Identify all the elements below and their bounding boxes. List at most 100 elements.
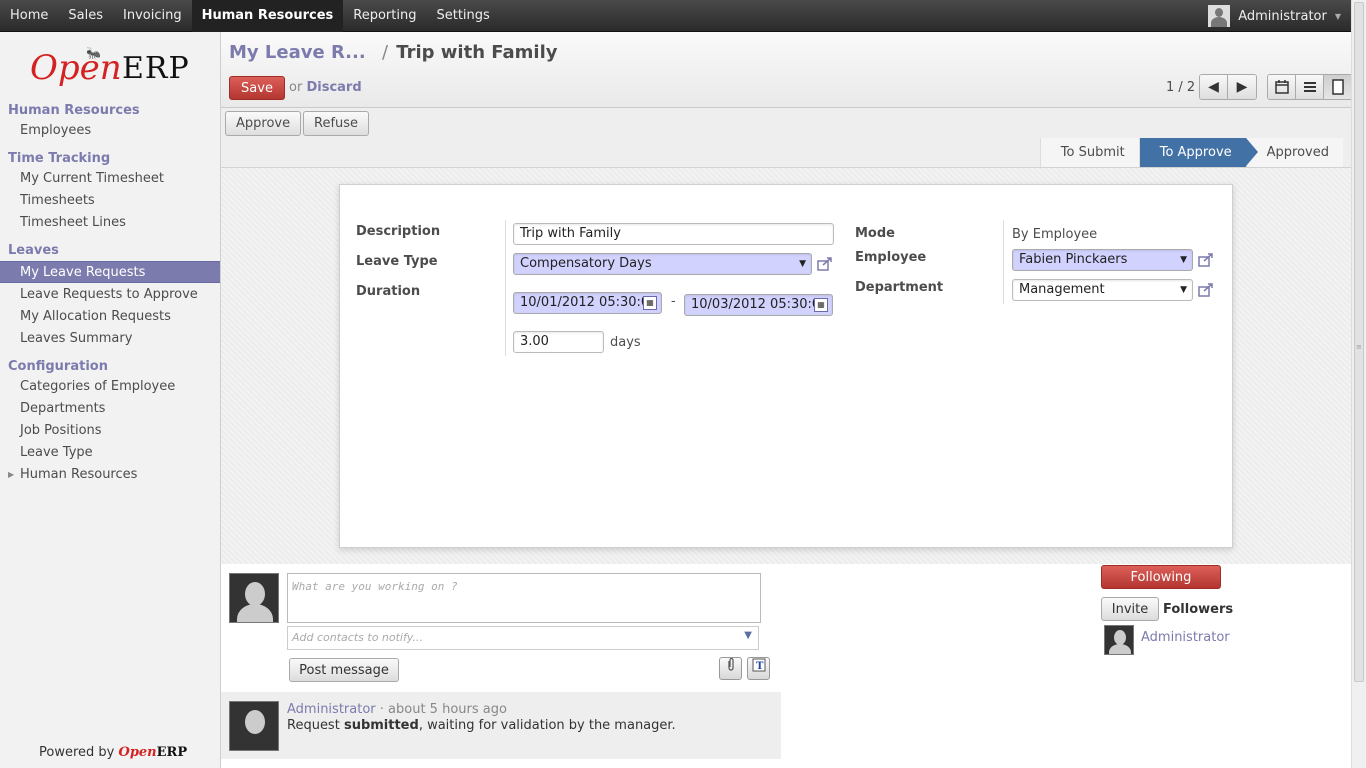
breadcrumb-parent[interactable]: My Leave R...	[229, 42, 366, 63]
sidebar-item-leave-requests-to-approve[interactable]: Leave Requests to Approve	[0, 284, 220, 306]
sidebar-item-employees[interactable]: Employees	[0, 120, 220, 142]
description-input[interactable]: Trip with Family	[513, 223, 834, 245]
external-link-icon[interactable]	[817, 257, 833, 271]
arrow-right-icon[interactable]: ▶	[1228, 75, 1256, 99]
calendar-view-icon[interactable]	[1268, 75, 1296, 99]
followers-title: Followers	[1163, 602, 1234, 617]
leave-type-value: Compensatory Days	[520, 256, 652, 271]
top-menu-bar: Home Sales Invoicing Human Resources Rep…	[0, 0, 1351, 32]
message-text-bold: submitted	[343, 718, 419, 733]
paperclip-icon[interactable]	[719, 657, 742, 680]
breadcrumb-current: Trip with Family	[396, 42, 558, 63]
expand-triangle-icon[interactable]: ▶	[8, 464, 14, 486]
state-approved: Approved	[1245, 138, 1343, 167]
external-link-icon[interactable]	[1198, 283, 1214, 297]
caret-down-icon: ▼	[1334, 11, 1341, 21]
message-text-post: , waiting for validation by the manager.	[418, 718, 676, 733]
discard-link[interactable]: Discard	[306, 80, 361, 95]
list-view-icon[interactable]	[1296, 75, 1324, 99]
logo-open: Open	[30, 48, 122, 88]
notify-contacts-input[interactable]: Add contacts to notify... ▼	[287, 626, 759, 650]
employee-select[interactable]: Fabien Pinckaers ▼	[1012, 249, 1193, 271]
leave-type-select[interactable]: Compensatory Days ▼	[513, 253, 812, 275]
powered-erp: ERP	[156, 745, 188, 760]
menu-settings[interactable]: Settings	[426, 0, 499, 32]
department-select[interactable]: Management ▼	[1012, 279, 1193, 301]
sidebar-item-timesheet-lines[interactable]: Timesheet Lines	[0, 212, 220, 234]
date-to-input[interactable]: 10/03/2012 05:30:00 ▦	[684, 294, 833, 316]
following-button[interactable]: Following	[1101, 565, 1221, 589]
workflow-states: To Submit To Approve Approved	[1039, 138, 1343, 167]
save-button[interactable]: Save	[229, 76, 285, 100]
menu-human-resources[interactable]: Human Resources	[191, 0, 344, 32]
state-to-approve: To Approve	[1138, 138, 1258, 167]
menu-home[interactable]: Home	[0, 0, 58, 32]
menu-invoicing[interactable]: Invoicing	[113, 0, 192, 32]
sidebar-item-timesheets[interactable]: Timesheets	[0, 190, 220, 212]
sidebar-item-human-resources[interactable]: ▶ Human Resources	[0, 464, 220, 486]
section-time-tracking: Time Tracking	[8, 151, 111, 166]
sidebar-item-leave-type[interactable]: Leave Type	[0, 442, 220, 464]
discard-area: or Discard	[289, 80, 362, 95]
sidebar-item-my-leave-requests[interactable]: My Leave Requests	[0, 261, 220, 283]
chevron-down-icon: ▼	[1180, 255, 1187, 265]
post-message-button[interactable]: Post message	[289, 658, 399, 682]
section-human-resources: Human Resources	[8, 103, 140, 118]
status-bar: Approve Refuse To Submit To Approve Appr…	[221, 108, 1351, 168]
calendar-icon[interactable]: ▦	[814, 298, 828, 312]
date-from-value: 10/01/2012 05:30:00	[520, 295, 658, 310]
ant-icon: 🐜	[86, 46, 101, 60]
sidebar-item-leaves-summary[interactable]: Leaves Summary	[0, 328, 220, 350]
sidebar-item-categories-of-employee[interactable]: Categories of Employee	[0, 376, 220, 398]
state-to-submit: To Submit	[1039, 138, 1139, 167]
notify-placeholder: Add contacts to notify...	[292, 631, 424, 644]
follower-avatar	[1104, 625, 1134, 655]
employee-label: Employee	[855, 250, 927, 265]
date-to-value: 10/03/2012 05:30:00	[691, 297, 829, 312]
powered-open: Open	[118, 745, 157, 760]
department-label: Department	[855, 280, 944, 295]
department-value: Management	[1019, 282, 1105, 297]
chevron-down-icon[interactable]: ▼	[744, 630, 752, 641]
arrow-left-icon[interactable]: ◀	[1200, 75, 1228, 99]
text-format-icon[interactable]: T	[747, 657, 770, 680]
external-link-icon[interactable]	[1198, 253, 1214, 267]
or-text: or	[289, 80, 303, 95]
date-from-input[interactable]: 10/01/2012 05:30:00 ▦	[513, 292, 662, 314]
message-header: Administrator · about 5 hours ago	[287, 702, 507, 717]
view-header: My Leave R... / Trip with Family Save or…	[221, 32, 1353, 108]
mode-value: By Employee	[1012, 227, 1098, 242]
follower-name[interactable]: Administrator	[1141, 630, 1230, 645]
sidebar-item-job-positions[interactable]: Job Positions	[0, 420, 220, 442]
sidebar-item-label: Human Resources	[20, 467, 138, 482]
approve-button[interactable]: Approve	[225, 111, 302, 136]
menu-sales[interactable]: Sales	[58, 0, 113, 32]
menu-reporting[interactable]: Reporting	[343, 0, 426, 32]
sidebar-item-my-allocation-requests[interactable]: My Allocation Requests	[0, 306, 220, 328]
calendar-icon[interactable]: ▦	[643, 296, 657, 310]
powered-by-text: Powered by	[39, 745, 115, 760]
duration-label: Duration	[356, 284, 421, 299]
svg-text:T: T	[756, 661, 764, 672]
scrollbar-thumb[interactable]	[1354, 2, 1364, 682]
user-menu[interactable]: Administrator ▼	[1208, 0, 1341, 32]
breadcrumb-separator: /	[381, 42, 389, 63]
days-input[interactable]: 3.00	[513, 331, 604, 353]
chevron-down-icon: ▼	[799, 259, 806, 269]
right-column-divider	[1003, 220, 1004, 304]
sidebar: Open 🐜 ERP Human Resources Employees Tim…	[0, 32, 221, 768]
employee-value: Fabien Pinckaers	[1019, 252, 1128, 267]
date-separator: -	[671, 294, 676, 309]
refuse-button[interactable]: Refuse	[303, 111, 370, 136]
vertical-scrollbar[interactable]: ≡	[1351, 0, 1366, 768]
section-configuration: Configuration	[8, 359, 108, 374]
compose-textarea[interactable]: What are you working on ?	[287, 573, 761, 623]
sidebar-item-departments[interactable]: Departments	[0, 398, 220, 420]
sidebar-item-my-current-timesheet[interactable]: My Current Timesheet	[0, 168, 220, 190]
message-author[interactable]: Administrator	[287, 702, 376, 717]
message-time: · about 5 hours ago	[379, 702, 507, 717]
pager-buttons: ◀ ▶	[1199, 74, 1257, 100]
openerp-logo[interactable]: Open 🐜 ERP	[30, 46, 200, 96]
invite-button[interactable]: Invite	[1101, 597, 1159, 621]
form-view-icon[interactable]	[1324, 75, 1352, 99]
